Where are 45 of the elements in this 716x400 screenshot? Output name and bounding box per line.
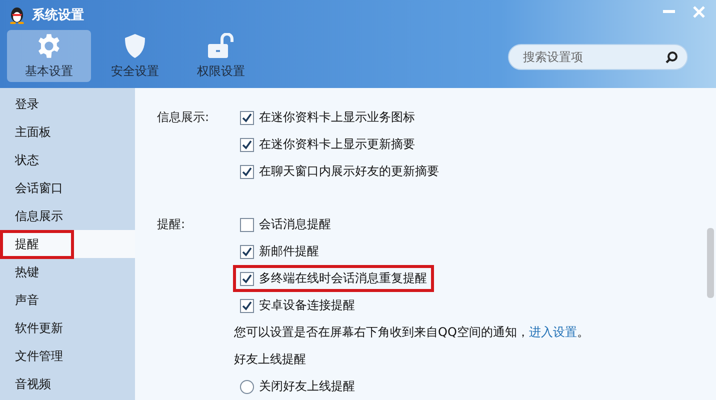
- checkbox-option[interactable]: 新邮件提醒: [236, 241, 323, 262]
- settings-tab[interactable]: 权限设置: [179, 30, 263, 82]
- sidebar-item[interactable]: 文件管理: [0, 342, 135, 370]
- settings-tab[interactable]: 安全设置: [93, 30, 177, 82]
- checkbox-option[interactable]: 在迷你资料卡上显示业务图标: [236, 107, 419, 128]
- penguin-icon: [8, 6, 26, 24]
- settings-link[interactable]: 进入设置: [528, 325, 577, 339]
- close-icon: [693, 6, 705, 18]
- radio-button[interactable]: [240, 380, 254, 394]
- sidebar-item[interactable]: 声音: [0, 286, 135, 314]
- shield-icon: [123, 32, 147, 58]
- checkbox[interactable]: [240, 272, 254, 286]
- scrollbar-thumb[interactable]: [707, 228, 714, 298]
- sidebar-item[interactable]: 提醒: [0, 230, 135, 258]
- section-label: 提醒:: [157, 216, 186, 233]
- gear-icon: [36, 32, 62, 58]
- sidebar-item[interactable]: 登录: [0, 90, 135, 118]
- minimize-icon: [663, 10, 675, 14]
- padlock-icon: [206, 32, 236, 58]
- checkbox[interactable]: [240, 110, 254, 124]
- notice-text: 您可以设置是否在屏幕右下角收到来自QQ空间的通知，进入设置。: [234, 324, 589, 341]
- sidebar-item[interactable]: 软件更新: [0, 314, 135, 342]
- sidebar-item[interactable]: 信息展示: [0, 202, 135, 230]
- checkbox-option[interactable]: 安卓设备连接提醒: [236, 295, 359, 316]
- sidebar-item[interactable]: 会话窗口: [0, 174, 135, 202]
- sidebar-item[interactable]: 音视频: [0, 370, 135, 398]
- search-field[interactable]: 搜索设置项: [508, 44, 688, 70]
- window-title: 系统设置: [32, 6, 84, 24]
- sidebar-item[interactable]: 状态: [0, 146, 135, 174]
- search-icon: [665, 51, 678, 64]
- checkbox[interactable]: [240, 298, 254, 312]
- settings-tab[interactable]: 基本设置: [7, 30, 91, 82]
- section-label: 信息展示:: [157, 109, 210, 126]
- sidebar-item[interactable]: 热键: [0, 258, 135, 286]
- checkbox-option[interactable]: 在迷你资料卡上显示更新摘要: [236, 134, 419, 155]
- checkbox-option[interactable]: 在聊天窗口内展示好友的更新摘要: [236, 161, 443, 182]
- checkbox[interactable]: [240, 164, 254, 178]
- radio-label: 关闭好友上线提醒: [259, 378, 355, 395]
- checkbox[interactable]: [240, 244, 254, 258]
- checkbox[interactable]: [240, 138, 254, 152]
- checkbox-option[interactable]: 多终端在线时会话消息重复提醒: [236, 268, 431, 289]
- subsection-heading: 好友上线提醒: [234, 351, 306, 368]
- checkbox-option[interactable]: 会话消息提醒: [236, 214, 335, 235]
- sidebar-item[interactable]: 主面板: [0, 118, 135, 146]
- checkbox[interactable]: [240, 218, 254, 232]
